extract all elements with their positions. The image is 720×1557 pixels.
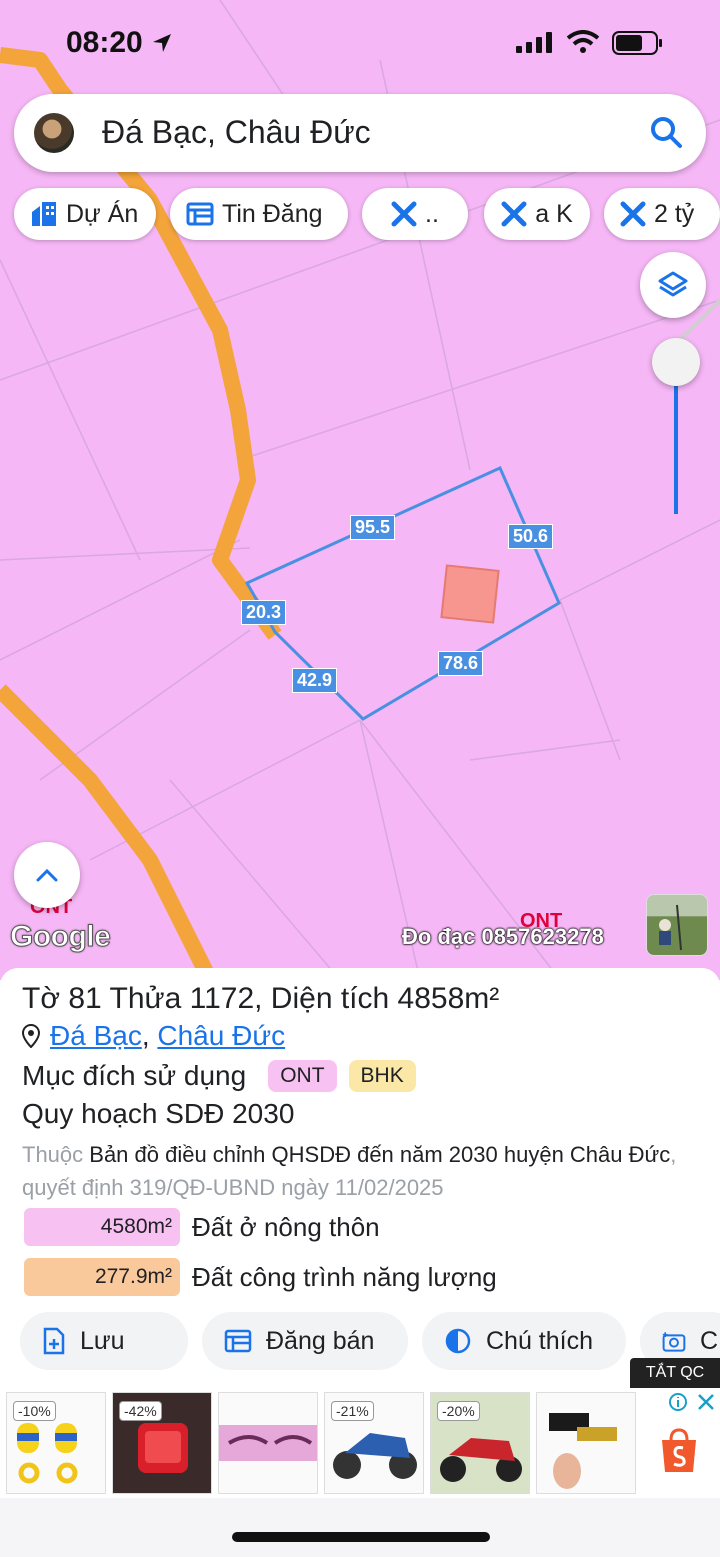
parcel-location: Đá Bạc, Châu Đức — [22, 1020, 285, 1052]
avatar[interactable] — [34, 113, 74, 153]
battery-icon — [612, 31, 662, 55]
edge-label: 20.3 — [241, 600, 287, 625]
purpose-label: Mục đích sử dụng — [22, 1060, 247, 1091]
ad-image — [219, 1425, 317, 1461]
ad-image — [549, 1413, 617, 1489]
ruler-icon — [501, 201, 527, 227]
google-logo: Google — [9, 920, 111, 954]
chip-du-an[interactable]: Dự Án — [14, 188, 156, 240]
purpose-tag-ont[interactable]: ONT — [268, 1060, 337, 1092]
listing-icon — [224, 1329, 252, 1353]
ad-item[interactable]: -20% — [430, 1392, 530, 1494]
purpose-tag-bhk[interactable]: BHK — [348, 1060, 416, 1092]
chip-label: 2 tỷ — [654, 199, 695, 228]
chip-price[interactable]: 2 tỷ — [604, 188, 720, 240]
map-view[interactable]: 95.5 50.6 20.3 78.6 42.9 ONT ONT 08:20 Đ… — [0, 0, 720, 980]
street-photo-thumbnail[interactable] — [646, 894, 708, 956]
edge-label: 78.6 — [438, 651, 484, 676]
chevron-up-icon — [36, 868, 58, 882]
area-value: 4858 — [397, 982, 465, 1015]
ruler-icon — [620, 201, 646, 227]
area-label: Đất công trình năng lượng — [192, 1261, 497, 1292]
button-label: Đăng bán — [266, 1326, 375, 1355]
location-arrow-icon — [153, 34, 172, 52]
chip-filter[interactable]: a K — [484, 188, 590, 240]
land-use-purpose: Mục đích sử dụng ONT BHK — [22, 1060, 416, 1092]
camera-icon — [662, 1332, 686, 1352]
watermark: Đo đạc 0857623278 — [402, 924, 604, 949]
close-ads-button[interactable]: TẮT QC — [630, 1358, 720, 1388]
area-row: 277.9m² Đất công trình năng lượng — [24, 1258, 497, 1296]
chip-label: Dự Án — [66, 199, 139, 228]
commune-link[interactable]: Đá Bạc — [50, 1020, 142, 1051]
button-label: Chú thích — [486, 1326, 594, 1355]
ad-item[interactable]: -10% — [6, 1392, 106, 1494]
discount-badge: -42% — [119, 1401, 162, 1421]
edge-label: 95.5 — [350, 515, 396, 540]
edge-label: 42.9 — [292, 668, 338, 693]
save-icon — [43, 1327, 65, 1355]
energy-area-marker — [440, 564, 500, 624]
chip-label: a K — [535, 199, 573, 228]
edge-label: 50.6 — [508, 524, 554, 549]
expand-button[interactable] — [14, 842, 80, 908]
search-bar[interactable]: Đá Bạc, Châu Đức — [14, 94, 706, 172]
opacity-slider-handle[interactable] — [652, 338, 700, 386]
ad-close-icon[interactable] — [696, 1392, 716, 1412]
discount-badge: -10% — [13, 1401, 56, 1421]
chip-label: .. — [425, 199, 439, 228]
save-button[interactable]: Lưu — [20, 1312, 188, 1370]
cellular-signal-icon — [516, 32, 552, 53]
ad-item[interactable] — [218, 1392, 318, 1494]
area-row: 4580m² Đất ở nông thôn — [24, 1208, 380, 1246]
area-value-box: 277.9m² — [24, 1258, 180, 1296]
layers-icon — [658, 271, 688, 297]
sheet-number: 81 — [68, 982, 102, 1015]
plot-number: 1172 — [189, 982, 255, 1015]
search-query[interactable]: Đá Bạc, Châu Đức — [102, 114, 371, 151]
home-indicator[interactable] — [232, 1532, 490, 1542]
button-label: C — [699, 1326, 718, 1355]
ad-item[interactable]: -21% — [324, 1392, 424, 1494]
discount-badge: -20% — [437, 1401, 480, 1421]
discount-badge: -21% — [331, 1401, 374, 1421]
district-link[interactable]: Châu Đức — [157, 1020, 285, 1051]
shopee-icon[interactable] — [660, 1428, 698, 1474]
legend-button[interactable]: Chú thích — [422, 1312, 626, 1370]
wifi-icon — [566, 30, 600, 53]
contrast-icon — [445, 1328, 471, 1354]
button-label: Lưu — [80, 1326, 125, 1355]
plan-title: Quy hoạch SDĐ 2030 — [22, 1098, 295, 1129]
area-label: Đất ở nông thôn — [192, 1211, 380, 1242]
status-bar: 08:20 — [0, 0, 720, 86]
listing-icon — [186, 202, 214, 226]
chip-label: Tin Đăng — [222, 199, 323, 228]
post-sale-button[interactable]: Đăng bán — [202, 1312, 408, 1370]
plan-description: Thuộc Bản đồ điều chỉnh QHSDĐ đến năm 20… — [22, 1142, 677, 1200]
layers-button[interactable] — [640, 252, 706, 318]
chip-filter[interactable]: .. — [362, 188, 468, 240]
clock: 08:20 — [66, 26, 173, 60]
photo-icon — [659, 904, 682, 951]
parcel-title: Tờ 81 Thửa 1172, Diện tích 4858m² — [22, 982, 500, 1015]
area-value-box: 4580m² — [24, 1208, 180, 1246]
building-icon — [32, 202, 56, 226]
chip-tin-dang[interactable]: Tin Đăng — [170, 188, 348, 240]
search-icon[interactable] — [648, 114, 684, 150]
ad-item[interactable]: -42% — [112, 1392, 212, 1494]
ruler-icon — [391, 201, 417, 227]
location-pin-icon — [22, 1024, 40, 1048]
ad-info-icon[interactable] — [668, 1392, 688, 1412]
ad-item[interactable] — [536, 1392, 636, 1494]
